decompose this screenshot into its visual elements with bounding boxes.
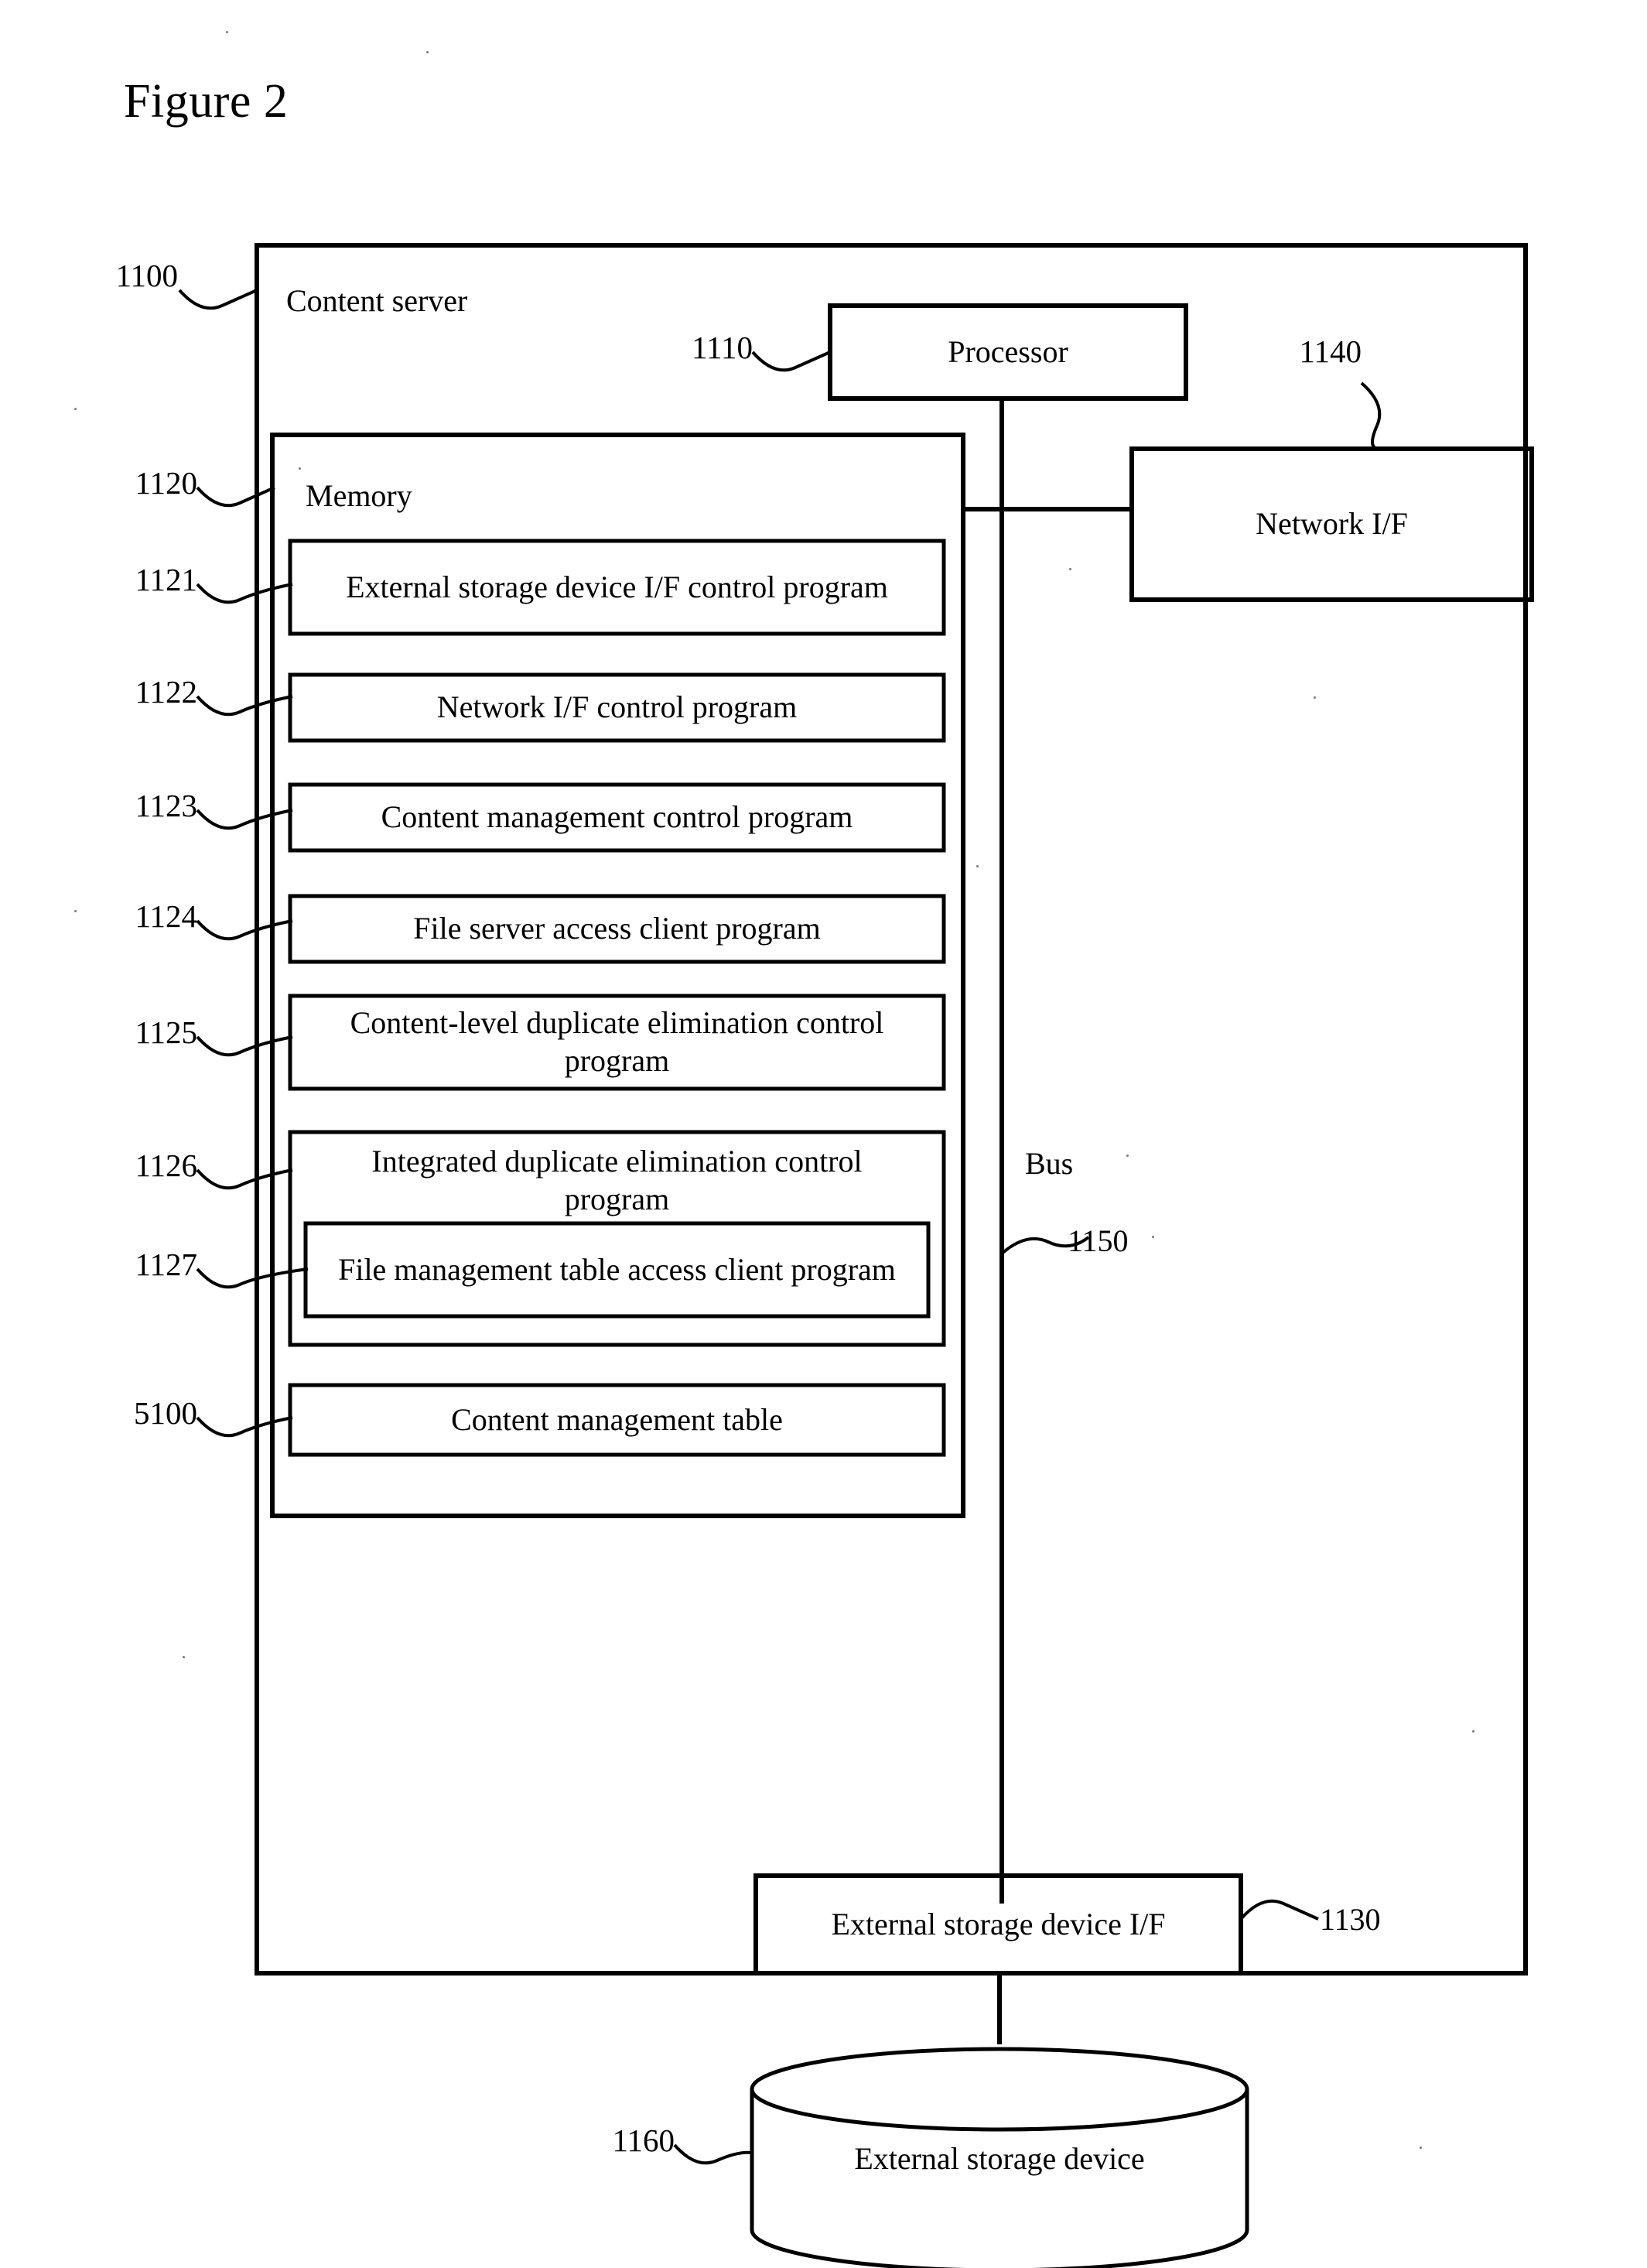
leader-1126	[196, 1168, 293, 1190]
bus-label: Bus	[1025, 1146, 1074, 1181]
ref-number-1130: 1130	[1320, 1902, 1381, 1937]
table-label-5100: Content management table	[451, 1401, 783, 1437]
scan-speck	[299, 467, 301, 470]
scan-speck	[1126, 1155, 1129, 1157]
figure-title: Figure 2	[124, 75, 289, 128]
ref-number-1110: 1110	[692, 330, 753, 365]
ref-number-1120: 1120	[135, 465, 197, 501]
patent-figure-2: Figure 2 1100 Content server 1110 Proces…	[0, 0, 1647, 2268]
scan-speck	[226, 31, 228, 33]
leader-1130	[1239, 1899, 1319, 1921]
scan-speck	[976, 865, 979, 867]
external-storage-if-label: External storage device I/F	[831, 1906, 1166, 1941]
scan-speck	[1152, 1236, 1154, 1238]
program-label-1127: File management table access client prog…	[338, 1251, 896, 1287]
program-label-1123: Content management control program	[381, 799, 853, 835]
leader-1127	[196, 1267, 309, 1289]
leader-1160	[673, 2143, 753, 2165]
scan-speck	[74, 408, 77, 410]
scan-speck	[1069, 568, 1071, 570]
program-label-1121: External storage device I/F control prog…	[346, 569, 888, 604]
ref-number-5100: 5100	[134, 1395, 197, 1431]
leader-5100	[196, 1416, 293, 1438]
leader-1100	[178, 289, 258, 310]
ref-number-1124: 1124	[135, 898, 197, 934]
processor-label: Processor	[948, 334, 1068, 369]
scan-speck	[1314, 696, 1316, 699]
leader-1110	[751, 351, 831, 372]
ref-number-1100: 1100	[115, 258, 178, 293]
leader-1122	[196, 695, 293, 717]
ref-number-1123: 1123	[135, 788, 197, 823]
leader-1140	[1360, 381, 1382, 450]
ref-number-1140: 1140	[1299, 334, 1362, 369]
program-label-1126: Integrated duplicate elimination control…	[371, 1143, 863, 1216]
content-server-label: Content server	[286, 283, 468, 318]
ref-number-1125: 1125	[135, 1014, 197, 1050]
scan-speck	[1420, 2147, 1422, 2149]
ref-number-1150: 1150	[1068, 1223, 1129, 1258]
program-label-1125: Content-level duplicate elimination cont…	[350, 1005, 884, 1078]
scan-speck	[183, 1656, 185, 1658]
memory-label: Memory	[306, 478, 412, 513]
network-if-label: Network I/F	[1256, 506, 1408, 542]
external-storage-cylinder-top	[750, 2047, 1249, 2132]
program-label-1124: File server access client program	[413, 911, 821, 946]
ref-number-1160: 1160	[612, 2123, 675, 2158]
leader-1124	[196, 919, 293, 941]
ref-number-1127: 1127	[135, 1247, 197, 1282]
scan-speck	[74, 910, 77, 912]
leader-1120	[196, 486, 275, 508]
ref-number-1126: 1126	[135, 1148, 197, 1183]
scan-speck	[426, 51, 429, 53]
scan-speck	[1472, 1730, 1474, 1733]
program-label-1122: Network I/F control program	[436, 689, 798, 725]
external-storage-device-label: External storage device	[854, 2140, 1145, 2176]
leader-1123	[196, 809, 293, 830]
leader-1121	[196, 583, 293, 604]
ref-number-1121: 1121	[135, 562, 197, 597]
leader-1125	[196, 1035, 293, 1057]
ref-number-1122: 1122	[135, 674, 197, 710]
